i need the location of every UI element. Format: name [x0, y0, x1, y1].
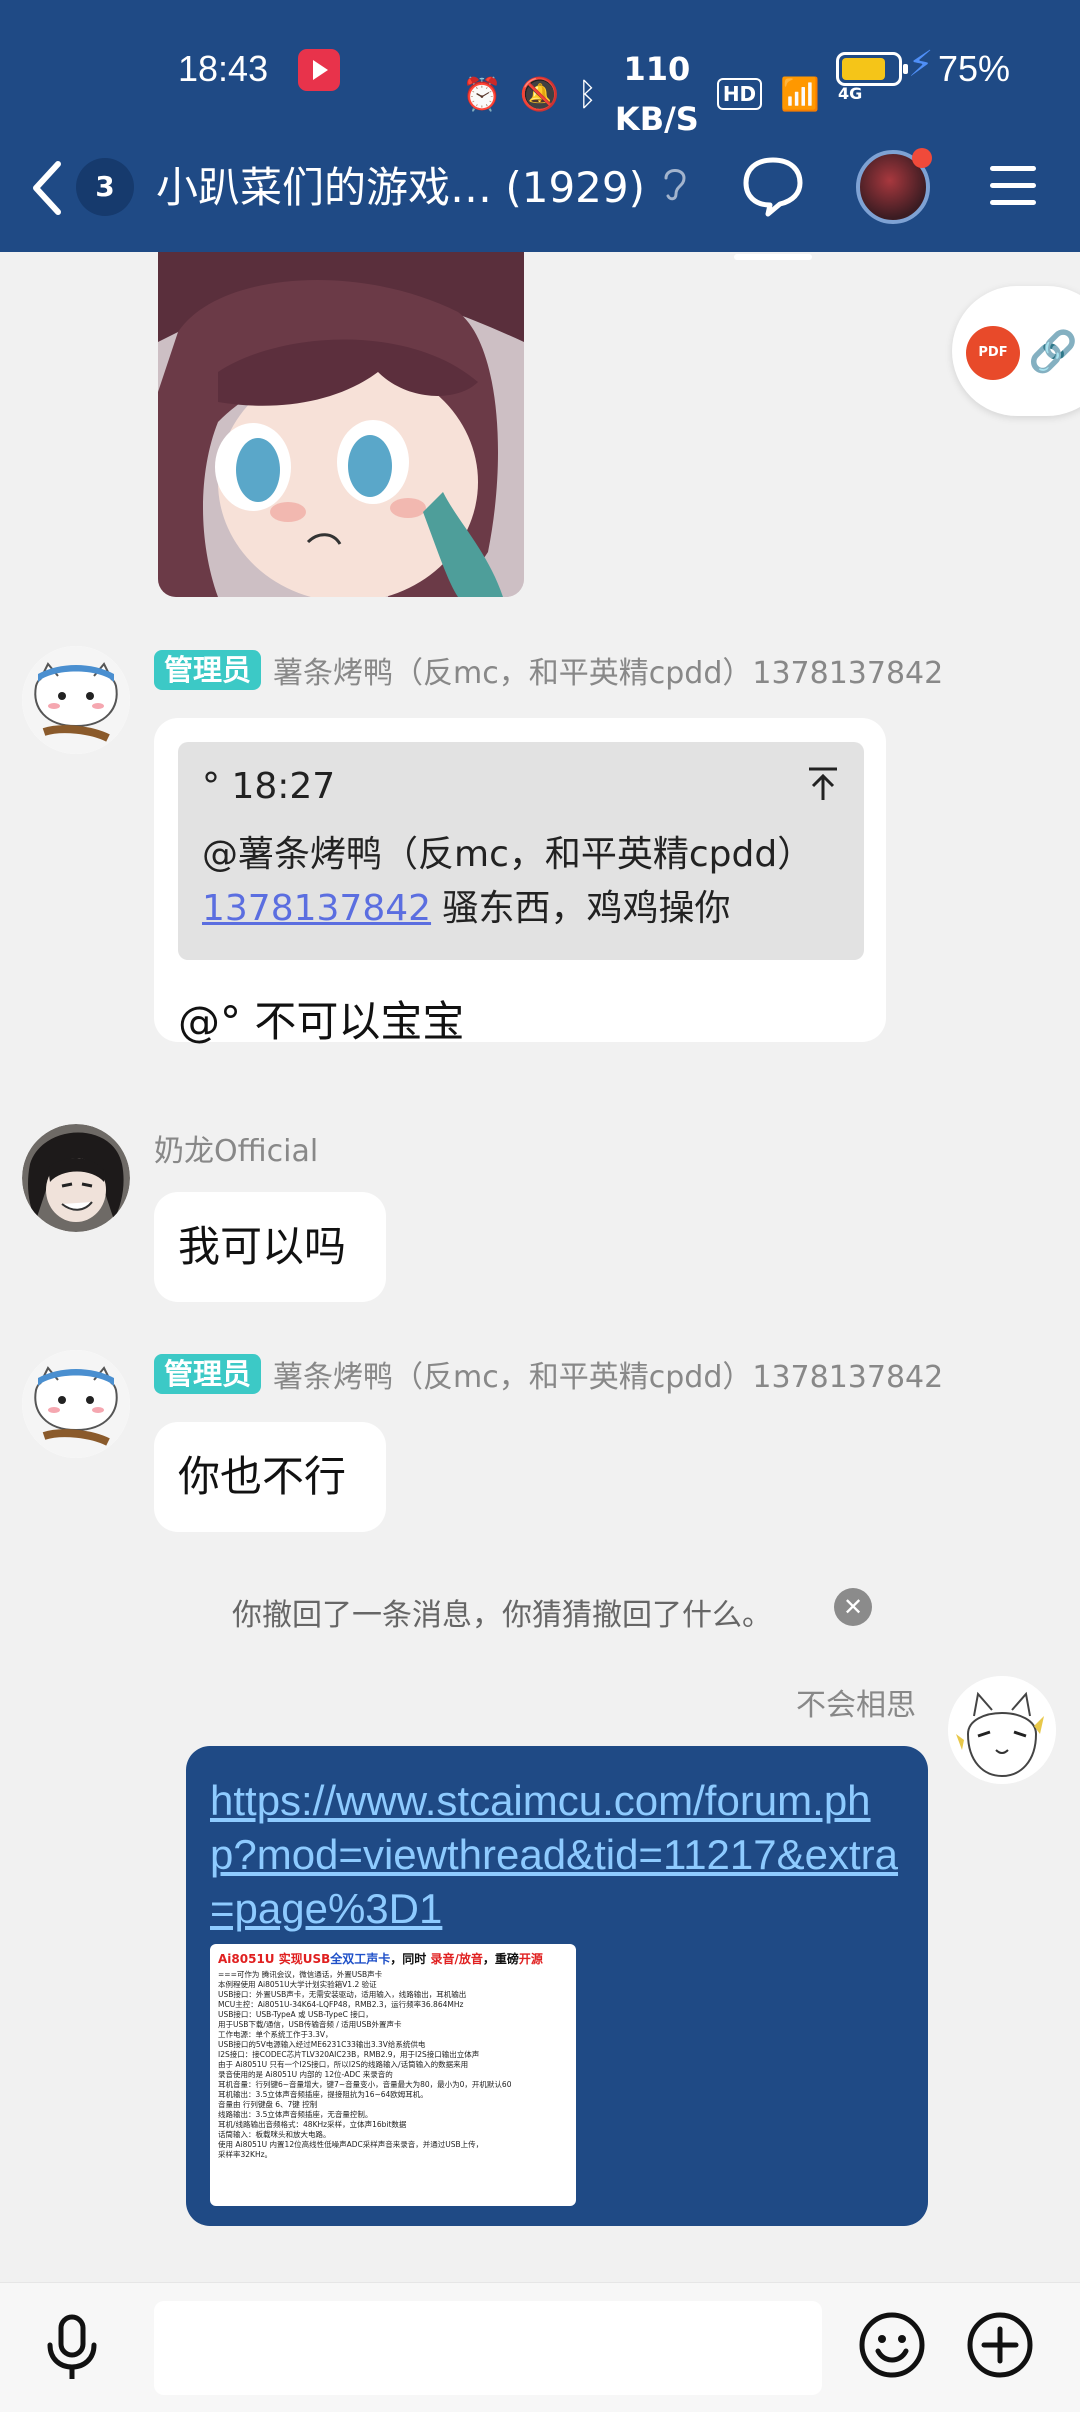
- notification-dot: [912, 148, 932, 168]
- preview-line: 话筒输入：板载咪头和放大电路。: [218, 2130, 331, 2139]
- preview-title: Ai8051U 实现USB全双工声卡，同时 录音/放音，重磅开源: [218, 1950, 568, 1967]
- preview-line: 线路输出：3.5立体声音频插座，无音量控制。: [218, 2110, 373, 2119]
- quote-text: @薯条烤鸭（反mc，和平英精cpdd） 1378137842 骚东西，鸡鸡操你: [202, 828, 842, 936]
- menu-icon[interactable]: [990, 166, 1040, 206]
- avatar[interactable]: [22, 1124, 130, 1232]
- preview-line: MCU主控：Ai8051U-34K64-LQFP48，RMB2.3，运行频率36…: [218, 2000, 464, 2009]
- battery-icon: [836, 52, 908, 86]
- group-avatar[interactable]: [856, 148, 932, 224]
- preview-title-part: 开源: [518, 1952, 543, 1966]
- message-input[interactable]: [154, 2301, 822, 2395]
- preview-title-part: Ai8051U 实现USB: [218, 1952, 331, 1966]
- message-text: @° 不可以宝宝: [178, 997, 465, 1046]
- nav-bar: 3 小趴菜们的游戏… (1929): [0, 140, 1080, 260]
- chat-bubble-icon[interactable]: [734, 154, 812, 260]
- preview-line: USB接口：USB-TypeA 或 USB-TypeC 接口，: [218, 2010, 373, 2019]
- admin-badge: 管理员: [154, 1354, 262, 1394]
- preview-title-part: 录音/放音: [430, 1952, 483, 1966]
- link-icon[interactable]: 🔗: [1028, 328, 1078, 375]
- back-arrow-icon[interactable]: [28, 158, 78, 218]
- message-bubble[interactable]: 你也不行: [154, 1422, 386, 1532]
- preview-line: 用于USB下载/通信，USB传输音频 / 适用USB外置声卡: [218, 2020, 402, 2029]
- link-preview-image[interactable]: Ai8051U 实现USB全双工声卡，同时 录音/放音，重磅开源 ===可作为 …: [210, 1944, 576, 2206]
- alarm-icon: ⏰: [462, 75, 502, 113]
- mute-icon: 🔕: [519, 75, 560, 113]
- link-message-bubble[interactable]: https://www.stcaimcu.com/forum.php?mod=v…: [186, 1746, 928, 2226]
- avatar[interactable]: [22, 646, 130, 754]
- sender-name-row: 管理员 薯条烤鸭（反mc，和平英精cpdd）1378137842: [154, 1352, 943, 1396]
- quote-text-prefix: @薯条烤鸭（反mc，和平英精cpdd）: [202, 834, 814, 875]
- sender-name[interactable]: 薯条烤鸭（反mc，和平英精cpdd）1378137842: [273, 1352, 943, 1396]
- preview-line: 音量由 行列键盘 6、7键 控制: [218, 2100, 318, 2109]
- jump-to-quote-icon[interactable]: [806, 766, 840, 811]
- preview-line: USB接口的5V电源输入经过ME6231C33输出3.3V给系统供电: [218, 2040, 426, 2049]
- my-avatar[interactable]: [948, 1676, 1056, 1784]
- wifi-icon: 📶: [780, 75, 820, 113]
- preview-line: 耳机音量：行列键6~音量增大，键7~音量变小，音量最大为80，最小为0，开机默认…: [218, 2080, 512, 2089]
- preview-title-part: ，重磅: [482, 1952, 519, 1966]
- active-tab-indicator: [734, 254, 812, 260]
- preview-line: 由于 Ai8051U 只有一个I2S接口，所以I2S的线路输入/话筒输入的数据来…: [218, 2060, 469, 2069]
- system-message: 你撤回了一条消息，你猜猜撤回了什么。: [232, 1598, 772, 1633]
- unread-count-badge[interactable]: 3: [76, 158, 134, 216]
- preview-title-part: 全双工声卡: [330, 1952, 391, 1966]
- pdf-icon[interactable]: PDF: [966, 326, 1020, 380]
- media-notification-icon: [298, 49, 340, 91]
- sender-name[interactable]: 不会相思: [596, 1680, 916, 1724]
- preview-line: I2S接口：接CODEC芯片TLV320AIC23B，RMB2.9，用于I2S接…: [218, 2050, 480, 2059]
- preview-title-part: ，同时: [390, 1952, 431, 1966]
- sender-name[interactable]: 奶龙Official: [154, 1126, 318, 1170]
- sender-name-row: 管理员 薯条烤鸭（反mc，和平英精cpdd）1378137842: [154, 648, 943, 692]
- admin-badge: 管理员: [154, 650, 262, 690]
- preview-line: 耳机输出：3.5立体声音频插座，提接阻抗为16~64欧姆耳机。: [218, 2090, 428, 2099]
- avatar[interactable]: [22, 1350, 130, 1458]
- signal-icon: 4G: [838, 84, 863, 103]
- status-icons: ⏰ 🔕 ᛒ 110 KB/S HD 📶 4G: [462, 44, 862, 144]
- preview-line: 耳机/线路输出音频格式：48KHz采样，立体声16bit数据: [218, 2120, 407, 2129]
- quote-mention-link[interactable]: 1378137842: [202, 888, 431, 929]
- quote-text-suffix: 骚东西，鸡鸡操你: [431, 888, 731, 929]
- preview-line: 录音使用的是 Ai8051U 内部的 12位-ADC 来录音的: [218, 2070, 393, 2079]
- close-icon[interactable]: ✕: [834, 1588, 872, 1626]
- sender-name-row: 奶龙Official: [154, 1126, 318, 1170]
- chat-area[interactable]: PDF 🔗 管理员 薯条烤鸭（反mc，和平英精cpdd）1378137842 °…: [0, 252, 1080, 2282]
- message-text: 你也不行: [178, 1452, 347, 1501]
- top-bar: 18:43 ⏰ 🔕 ᛒ 110 KB/S HD 📶 4G ⚡ 75% 3 小趴菜们…: [0, 0, 1080, 260]
- battery-percent: 75%: [938, 48, 1011, 89]
- hd-icon: HD: [716, 78, 763, 110]
- input-bar: [0, 2282, 1080, 2412]
- preview-line: 使用 Ai8051U 内置12位高线性低噪声ADC采样声音来录音，并通过USB上…: [218, 2140, 484, 2149]
- group-title[interactable]: 小趴菜们的游戏… (1929): [156, 160, 645, 216]
- quote-time: ° 18:27: [202, 766, 336, 807]
- preview-line: 工作电源：单个系统工作于3.3V，: [218, 2030, 333, 2039]
- sender-name[interactable]: 薯条烤鸭（反mc，和平英精cpdd）1378137842: [273, 648, 943, 692]
- hearing-icon[interactable]: [660, 164, 690, 213]
- status-time: 18:43: [178, 48, 269, 89]
- preview-line: 本例程使用 Ai8051U大学计划实验箱V1.2 验证: [218, 1980, 377, 1989]
- message-bubble[interactable]: 我可以吗: [154, 1192, 386, 1302]
- preview-line: USB接口：外置USB声卡，无需安装驱动，适用输入，线路输出，耳机输出: [218, 1990, 467, 1999]
- plus-icon[interactable]: [966, 2311, 1034, 2379]
- emoji-icon[interactable]: [858, 2311, 926, 2379]
- bluetooth-icon: ᛒ: [577, 75, 597, 113]
- message-text: 我可以吗: [178, 1222, 347, 1271]
- charging-icon: ⚡: [908, 44, 934, 85]
- microphone-icon[interactable]: [42, 2313, 102, 2383]
- network-speed-value: 110: [623, 50, 691, 88]
- quoted-message[interactable]: ° 18:27 @薯条烤鸭（反mc，和平英精cpdd） 1378137842 骚东…: [178, 742, 864, 960]
- message-url-link[interactable]: https://www.stcaimcu.com/forum.php?mod=v…: [210, 1774, 910, 1936]
- preview-line: ===可作为 腾讯会议，微信通话，外置USB声卡: [218, 1970, 383, 1979]
- network-speed-unit: KB/S: [614, 100, 699, 138]
- network-speed: 110 KB/S: [615, 44, 699, 144]
- sticker-image[interactable]: [158, 252, 524, 597]
- status-bar: 18:43 ⏰ 🔕 ᛒ 110 KB/S HD 📶 4G ⚡ 75%: [0, 0, 1080, 140]
- preview-line: 采样率32KHz。: [218, 2150, 273, 2159]
- floating-tools-panel: PDF 🔗: [952, 286, 1080, 416]
